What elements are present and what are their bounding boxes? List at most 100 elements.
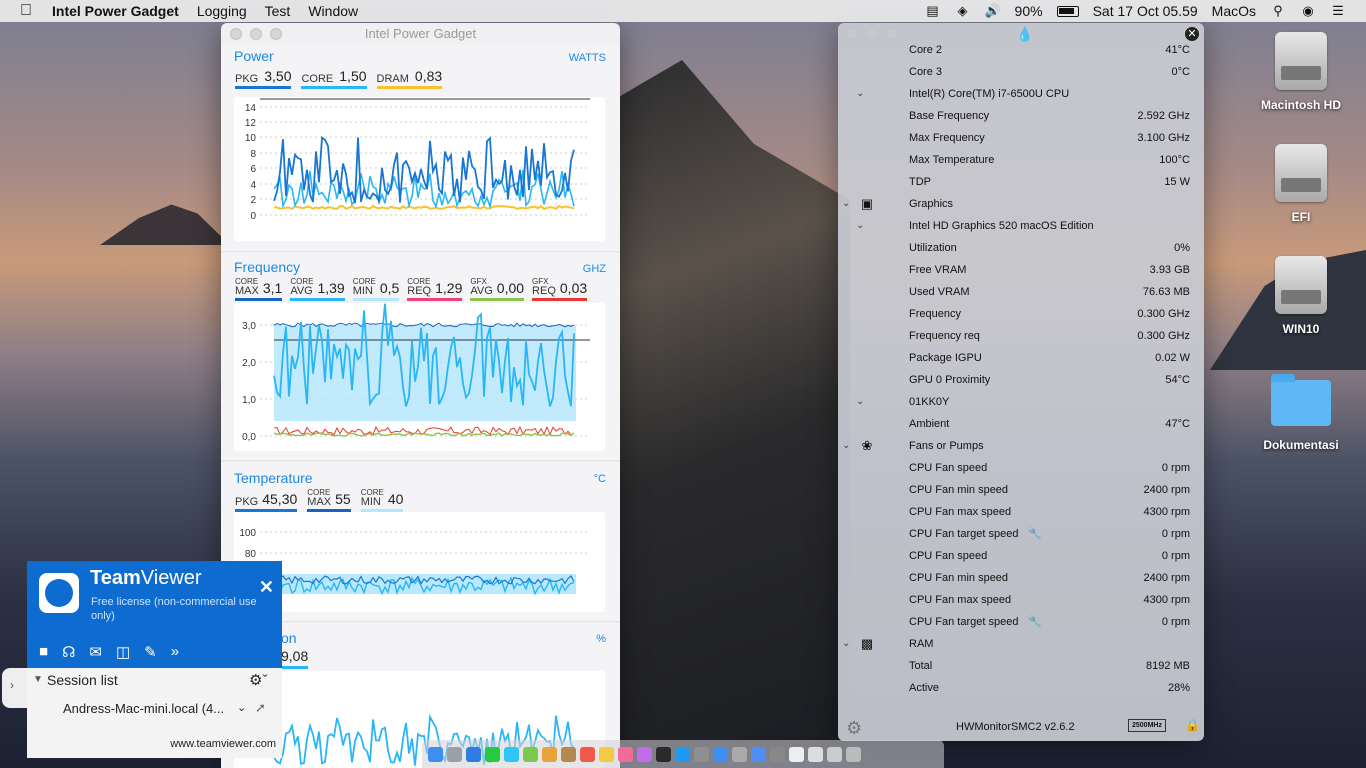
hwm-settings-gear-icon[interactable]: ⚙ (846, 718, 862, 739)
more-icon[interactable]: » (171, 643, 179, 661)
wrench-icon[interactable]: 🔧 (1028, 527, 1042, 540)
hwm-zoom-light[interactable] (886, 28, 898, 40)
hwm-minimize-light[interactable] (866, 28, 878, 40)
video-call-icon[interactable]: ■ (39, 643, 48, 661)
battery-icon[interactable] (1056, 5, 1079, 17)
temperature-plot: 100 80 (234, 512, 605, 612)
dock (422, 740, 944, 768)
chevron-down-icon[interactable]: ⌄ (856, 396, 864, 407)
hwm-row-group[interactable]: ⌄ Intel HD Graphics 520 macOS Edition (838, 216, 1204, 238)
menu-test[interactable]: Test (265, 3, 291, 19)
dock-app-icon[interactable] (580, 746, 595, 762)
dock-app-icon[interactable] (694, 746, 709, 762)
chevron-down-icon[interactable]: ⌄ (842, 638, 850, 649)
dock-app-icon[interactable] (428, 746, 443, 762)
activity-monitor-icon[interactable]: ▤ (925, 4, 941, 18)
disclosure-triangle-icon[interactable]: ▼ (33, 674, 43, 685)
chevron-down-icon[interactable]: ⌄ (842, 440, 850, 451)
desktop-icon-macintosh-hd[interactable]: Macintosh HD (1256, 32, 1346, 112)
minimize-window-button[interactable] (250, 28, 262, 40)
settings-gear-icon[interactable]: ⚙ˇ (249, 671, 267, 689)
close-window-button[interactable] (230, 28, 242, 40)
hwm-sensor-label: Max Temperature (909, 154, 995, 166)
hwm-row-category[interactable]: ⌄ ❀ Fans or Pumps (838, 436, 1204, 458)
user-menu[interactable]: MacOs (1212, 3, 1256, 19)
hwm-lock-icon[interactable]: 🔒 (1185, 718, 1200, 732)
dock-app-icon[interactable] (713, 746, 728, 762)
hwm-close-button[interactable]: ✕ (1185, 27, 1199, 41)
dock-app-icon[interactable] (542, 746, 557, 762)
clock[interactable]: Sat 17 Oct 05.59 (1093, 3, 1198, 19)
chat-icon[interactable]: ✉ (89, 643, 102, 661)
hwm-sensor-label: Utilization (909, 242, 957, 254)
chevron-down-icon[interactable]: ⌄ (856, 88, 864, 99)
dock-app-icon[interactable] (751, 746, 766, 762)
metric-frequency-0: CORE MAX 3,1 (235, 278, 283, 301)
dock-app-icon[interactable] (561, 746, 576, 762)
hwm-row-group[interactable]: ⌄ Intel(R) Core(TM) i7-6500U CPU (838, 84, 1204, 106)
dock-app-icon[interactable] (485, 746, 500, 762)
dock-app-icon[interactable] (618, 746, 633, 762)
chevron-down-icon[interactable]: ⌄ (856, 220, 864, 231)
hwm-row-group[interactable]: ⌄ 01KK0Y (838, 392, 1204, 414)
hwm-row-item: Core 3 0°C (838, 62, 1204, 84)
hwm-row-category[interactable]: ⌄ ▩ RAM (838, 634, 1204, 656)
teamviewer-website-link[interactable]: www.teamviewer.com (170, 738, 276, 750)
dock-app-icon[interactable] (447, 746, 462, 762)
dock-app-icon[interactable] (656, 746, 671, 762)
teamviewer-license: Free license (non-commercial use only) (91, 596, 257, 622)
dock-app-icon[interactable] (637, 746, 652, 762)
siri-icon[interactable]: ◉ (1300, 4, 1316, 18)
menu-logging[interactable]: Logging (197, 3, 247, 19)
dock-app-icon[interactable] (466, 746, 481, 762)
dock-app-icon[interactable] (504, 746, 519, 762)
dock-app-icon[interactable] (789, 746, 804, 762)
teamviewer-logo-icon (39, 573, 79, 613)
battery-percent[interactable]: 90% (1015, 3, 1043, 19)
wifi-icon[interactable]: ◈ (955, 4, 971, 18)
dock-app-icon[interactable] (846, 746, 861, 762)
hwm-row-item: CPU Fan min speed 2400 rpm (838, 480, 1204, 502)
desktop-icon-dokumentasi[interactable]: Dokumentasi (1256, 374, 1346, 452)
teamviewer-brand: TeamViewer (90, 567, 202, 590)
metric-utilization: 9,08 (281, 648, 309, 669)
dock-app-icon[interactable] (523, 746, 538, 762)
hwm-row-category[interactable]: ⌄ ▣ Graphics (838, 194, 1204, 216)
volume-icon[interactable]: 🔊 (985, 4, 1001, 18)
app-menu[interactable]: Intel Power Gadget (52, 3, 179, 19)
spotlight-search-icon[interactable]: ⚲ (1270, 4, 1286, 18)
connect-cursor-icon[interactable]: ➚ (255, 700, 266, 716)
hwm-sensor-value: 0 rpm (1161, 528, 1190, 540)
desktop-icon-efi[interactable]: EFI (1256, 144, 1346, 224)
utilization-unit: % (596, 633, 606, 645)
dock-app-icon[interactable] (770, 746, 785, 762)
notification-center-icon[interactable]: ☰ (1330, 4, 1346, 18)
metric-value: 45,30 (262, 491, 298, 507)
hwm-sensor-label: CPU Fan speed (909, 550, 988, 562)
hwm-row-item: CPU Fan target speed 🔧 0 rpm (838, 612, 1204, 634)
teamviewer-close-icon[interactable]: ✕ (259, 577, 274, 598)
headset-icon[interactable]: ☊ (62, 643, 75, 661)
dock-app-icon[interactable] (732, 746, 747, 762)
chevron-down-icon[interactable]: ⌄ (842, 198, 850, 209)
hwm-row-item: Max Frequency 3.100 GHz (838, 128, 1204, 150)
wrench-icon[interactable]: 🔧 (1028, 615, 1042, 628)
power-chart: 14 12 10 8 6 4 2 0 (245, 98, 590, 222)
dock-app-icon[interactable] (599, 746, 614, 762)
desktop-icon-win10[interactable]: WIN10 (1256, 256, 1346, 336)
files-icon[interactable]: ◫ (116, 643, 130, 661)
apple-menu-icon[interactable]:  (20, 2, 38, 20)
session-item[interactable]: Andress-Mac-mini.local (4... (63, 701, 224, 716)
hwm-close-light[interactable] (846, 28, 858, 40)
session-panel-tab[interactable]: › (2, 668, 27, 708)
zoom-window-button[interactable] (270, 28, 282, 40)
menu-window[interactable]: Window (308, 3, 358, 19)
dock-app-icon[interactable] (827, 746, 842, 762)
whiteboard-icon[interactable]: ✎ (144, 643, 157, 661)
ipg-titlebar[interactable]: Intel Power Gadget (221, 23, 620, 45)
dock-app-icon[interactable] (675, 746, 690, 762)
hwm-cpu-freq-badge[interactable]: 2500MHz (1128, 719, 1166, 732)
dock-app-icon[interactable] (808, 746, 823, 762)
chevron-down-icon[interactable]: ⌄ (237, 701, 246, 714)
hwm-sensor-label: Frequency req (909, 330, 980, 342)
